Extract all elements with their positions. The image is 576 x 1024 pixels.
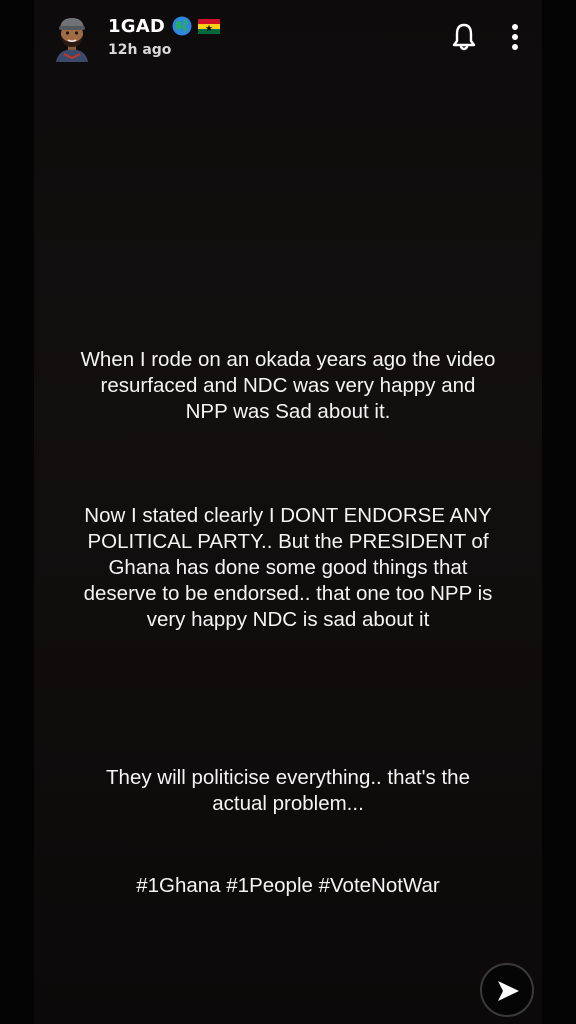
story-hashtags: #1Ghana #1People #VoteNotWar — [136, 874, 440, 897]
more-options-button[interactable] — [506, 22, 524, 54]
bell-icon — [452, 23, 476, 51]
avatar[interactable] — [50, 14, 94, 62]
story-header: 1GAD 12h ago — [50, 14, 540, 64]
story-text-paragraph-1: When I rode on an okada years ago the vi… — [80, 348, 496, 423]
story-text-paragraph-3: They will politicise everything.. that's… — [106, 766, 470, 815]
right-edge — [542, 0, 576, 1024]
snapchat-story-screen: 1GAD 12h ago When I rode on an okada yea… — [0, 0, 576, 1024]
send-arrow-icon — [498, 981, 519, 1001]
post-timestamp: 12h ago — [108, 42, 172, 58]
globe-emoji-icon — [172, 16, 192, 36]
notification-bell-button[interactable] — [450, 22, 478, 52]
bitmoji-avatar-icon — [56, 18, 88, 62]
username[interactable]: 1GAD — [108, 16, 165, 37]
ghana-flag-emoji-icon — [198, 19, 220, 34]
more-vertical-icon — [512, 24, 518, 50]
send-button[interactable] — [480, 963, 534, 1017]
story-text-paragraph-2: Now I stated clearly I DONT ENDORSE ANY … — [83, 504, 493, 631]
left-edge — [0, 0, 34, 1024]
